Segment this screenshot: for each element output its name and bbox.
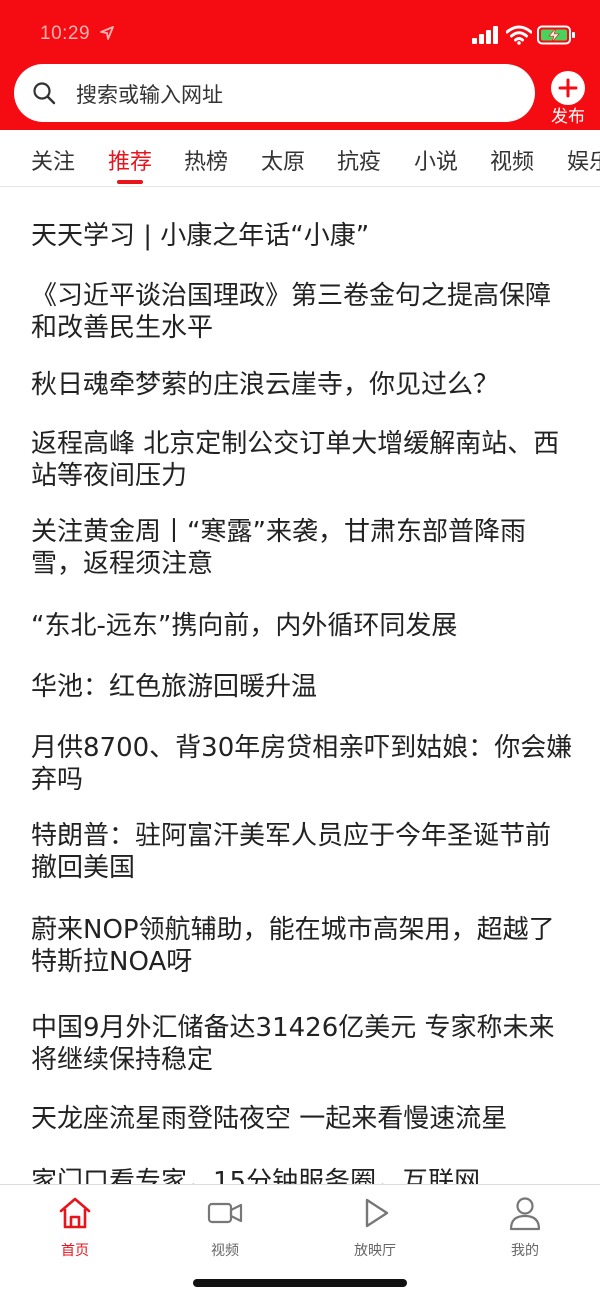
- search-icon: [33, 82, 56, 105]
- active-tab-indicator: [117, 180, 143, 184]
- nav-home-label: 首页: [61, 1243, 89, 1259]
- location-arrow-icon: [100, 26, 114, 40]
- tab-hot-list[interactable]: 热榜: [184, 144, 228, 176]
- news-item[interactable]: 天龙座流星雨登陆夜空 一起来看慢速流星: [31, 1103, 576, 1135]
- plus-icon: [551, 71, 585, 105]
- publish-label: 发布: [551, 107, 585, 127]
- search-input[interactable]: 搜索或输入网址: [14, 64, 535, 122]
- wifi-icon: [506, 25, 532, 45]
- news-item[interactable]: 中国9月外汇储备达31426亿美元 专家称未来将继续保持稳定: [31, 1012, 576, 1076]
- tab-video[interactable]: 视频: [490, 144, 534, 176]
- user-icon: [509, 1197, 541, 1231]
- news-item[interactable]: 关注黄金周丨“寒露”来袭，甘肃东部普降雨雪，返程须注意: [31, 516, 576, 580]
- news-item[interactable]: 返程高峰 北京定制公交订单大增缓解南站、西站等夜间压力: [31, 428, 576, 492]
- nav-screening-hall[interactable]: 放映厅: [325, 1195, 425, 1265]
- status-time: 10:29: [40, 23, 91, 44]
- news-item[interactable]: 华池：红色旅游回暖升温: [31, 671, 576, 703]
- nav-screening-hall-label: 放映厅: [354, 1243, 396, 1259]
- search-placeholder: 搜索或输入网址: [76, 83, 223, 107]
- signal-icon: [472, 26, 498, 44]
- news-item[interactable]: 《习近平谈治国理政》第三卷金句之提高保障和改善民生水平: [31, 280, 576, 344]
- home-icon: [59, 1197, 91, 1229]
- home-indicator[interactable]: [193, 1279, 407, 1287]
- nav-profile[interactable]: 我的: [475, 1195, 575, 1265]
- channel-tabs: 关注 推荐 热榜 太原 抗疫 小说 视频 娱乐: [0, 130, 600, 187]
- video-camera-icon: [207, 1202, 243, 1224]
- news-item[interactable]: 蔚来NOP领航辅助，能在城市高架用，超越了特斯拉NOA呀: [31, 914, 576, 978]
- nav-home[interactable]: 首页: [25, 1195, 125, 1265]
- news-item[interactable]: 秋日魂牵梦萦的庄浪云崖寺，你见过么？: [31, 369, 576, 401]
- news-item[interactable]: 月供8700、背30年房贷相亲吓到姑娘：你会嫌弃吗: [31, 732, 576, 796]
- news-item[interactable]: 天天学习 | 小康之年话“小康”: [31, 220, 576, 252]
- publish-button[interactable]: 发布: [544, 66, 592, 127]
- tab-anti-epidemic[interactable]: 抗疫: [337, 144, 381, 176]
- play-icon: [365, 1198, 389, 1228]
- battery-charging-icon: [537, 25, 575, 45]
- tab-follow[interactable]: 关注: [31, 144, 75, 176]
- nav-profile-label: 我的: [511, 1243, 539, 1259]
- app-header: 10:29 搜索或输入网址 发布: [0, 0, 600, 130]
- tab-entertainment[interactable]: 娱乐: [567, 144, 600, 176]
- news-item[interactable]: 家门口看专家，15分钟服务圈，互联网: [31, 1166, 576, 1184]
- tab-novel[interactable]: 小说: [414, 144, 458, 176]
- news-item[interactable]: 特朗普：驻阿富汗美军人员应于今年圣诞节前撤回美国: [31, 820, 576, 884]
- nav-video-label: 视频: [211, 1243, 239, 1259]
- tab-recommend[interactable]: 推荐: [108, 144, 152, 176]
- nav-video[interactable]: 视频: [175, 1195, 275, 1265]
- tab-taiyuan[interactable]: 太原: [261, 144, 305, 176]
- news-feed: 天天学习 | 小康之年话“小康” 《习近平谈治国理政》第三卷金句之提高保障和改善…: [0, 186, 600, 1184]
- news-item[interactable]: “东北-远东”携向前，内外循环同发展: [31, 610, 576, 642]
